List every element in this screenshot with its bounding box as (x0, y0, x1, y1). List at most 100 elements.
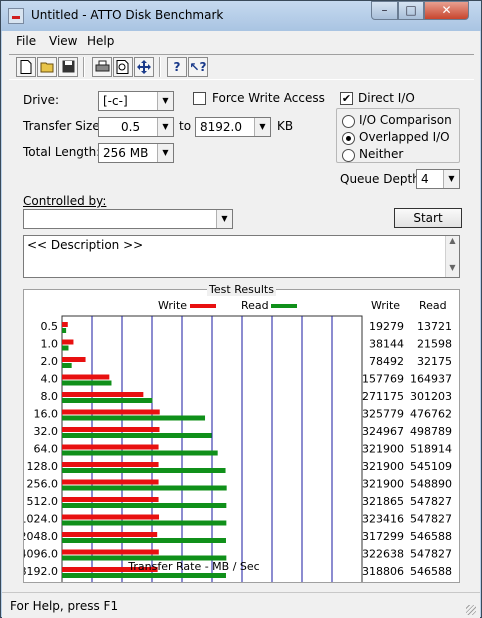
resize-grip[interactable] (466, 605, 476, 615)
row-label: 1024.0 (24, 513, 58, 526)
status-text: For Help, press F1 (10, 599, 119, 613)
read-bar (62, 380, 112, 386)
x-axis-label: Transfer Rate - MB / Sec (128, 560, 260, 573)
write-bar (62, 392, 144, 397)
write-bar (62, 427, 160, 432)
drive-value: [-c-] (103, 94, 128, 108)
minimize-button[interactable]: – (371, 1, 398, 20)
total-length-select[interactable]: 256 MB ▼ (98, 143, 174, 163)
transfer-to-label: to (179, 119, 192, 133)
chevron-down-icon[interactable]: ▼ (254, 118, 270, 136)
overlapped-io-radio[interactable] (342, 132, 355, 145)
queue-depth-label: Queue Depth: (340, 172, 424, 186)
description-scrollbar[interactable]: ▲ ▼ (445, 236, 459, 277)
write-value: 38144 (369, 338, 404, 351)
print-preview-icon[interactable] (113, 57, 133, 77)
toolbar-separator (159, 57, 161, 77)
controlled-by-select[interactable]: ▼ (23, 209, 233, 229)
scroll-up-icon[interactable]: ▲ (446, 236, 459, 250)
row-label: 32.0 (34, 425, 59, 438)
write-value: 318806 (362, 565, 404, 578)
write-bar (62, 444, 159, 450)
row-label: 2.0 (41, 355, 59, 368)
transfer-from-select[interactable]: 0.5 ▼ (98, 117, 174, 137)
start-button[interactable]: Start (394, 208, 462, 228)
queue-depth-select[interactable]: 4 ▼ (416, 169, 460, 189)
read-value: 548890 (410, 478, 452, 491)
write-value: 323416 (362, 513, 404, 526)
write-bar (62, 462, 159, 467)
write-bar (62, 374, 110, 380)
write-value: 19279 (369, 320, 404, 333)
read-value: 498789 (410, 425, 452, 438)
read-value: 547827 (410, 513, 452, 526)
neither-radio[interactable] (342, 149, 355, 162)
direct-io-checkbox[interactable]: ✔ (340, 92, 353, 105)
chevron-down-icon[interactable]: ▼ (157, 144, 173, 162)
read-bar (62, 450, 218, 456)
io-options-group: I/O Comparison Overlapped I/O Neither (336, 108, 460, 163)
print-icon[interactable] (92, 57, 112, 77)
row-label: 512.0 (27, 495, 59, 508)
write-bar (62, 322, 68, 327)
total-length-label: Total Length: (23, 145, 101, 159)
drive-select[interactable]: [-c-] ▼ (98, 91, 174, 111)
read-bar (62, 363, 72, 368)
read-value: 546588 (410, 530, 452, 543)
transfer-to-value: 8192.0 (200, 120, 242, 134)
test-results-panel: Test Results Write Read Write Read 01002… (23, 283, 460, 583)
read-bar (62, 503, 227, 508)
row-label: 16.0 (34, 408, 59, 421)
chevron-down-icon[interactable]: ▼ (157, 118, 173, 136)
neither-label: Neither (359, 147, 404, 161)
context-help-icon[interactable]: ↖? (188, 57, 208, 77)
chevron-down-icon[interactable]: ▼ (443, 170, 459, 188)
title-bar[interactable]: Untitled - ATTO Disk Benchmark – □ ✕ (1, 1, 481, 31)
close-button[interactable]: ✕ (424, 1, 469, 20)
force-write-label: Force Write Access (212, 91, 325, 105)
scroll-down-icon[interactable]: ▼ (446, 263, 459, 277)
open-icon[interactable] (37, 57, 57, 77)
force-write-checkbox[interactable] (193, 92, 206, 105)
row-label: 4096.0 (24, 548, 58, 561)
toolbar-separator (83, 57, 85, 77)
read-value: 32175 (417, 355, 452, 368)
write-value: 324967 (362, 425, 404, 438)
row-label: 128.0 (27, 460, 59, 473)
write-value: 78492 (369, 355, 404, 368)
app-icon (8, 8, 24, 24)
maximize-button[interactable]: □ (398, 1, 424, 20)
read-value: 547827 (410, 548, 452, 561)
help-icon[interactable]: ? (167, 57, 187, 77)
row-label: 1.0 (41, 338, 59, 351)
read-value: 13721 (417, 320, 452, 333)
write-value: 321900 (362, 478, 404, 491)
io-comparison-radio[interactable] (342, 115, 355, 128)
move-icon[interactable] (134, 57, 154, 77)
write-bar (62, 357, 86, 362)
status-bar: For Help, press F1 (2, 592, 480, 618)
window-title: Untitled - ATTO Disk Benchmark (31, 8, 224, 22)
menu-file[interactable]: File (16, 34, 36, 48)
write-value: 325779 (362, 408, 404, 421)
chevron-down-icon[interactable]: ▼ (216, 210, 232, 228)
menu-bar: File View Help (2, 31, 480, 51)
menu-help[interactable]: Help (87, 34, 114, 48)
write-value: 321900 (362, 460, 404, 473)
row-label: 0.5 (41, 320, 59, 333)
write-value: 271175 (362, 390, 404, 403)
total-length-value: 256 MB (103, 146, 149, 160)
read-value: 545109 (410, 460, 452, 473)
read-bar (62, 538, 226, 543)
menu-view[interactable]: View (49, 34, 77, 48)
description-box[interactable]: << Description >> ▲ ▼ (23, 235, 460, 278)
transfer-from-value: 0.5 (121, 120, 141, 134)
queue-depth-value: 4 (421, 172, 429, 186)
chevron-down-icon[interactable]: ▼ (157, 92, 173, 110)
transfer-to-select[interactable]: 8192.0 ▼ (195, 117, 271, 137)
toolbar: ? ↖? (9, 54, 474, 80)
save-icon[interactable] (58, 57, 78, 77)
new-icon[interactable] (16, 57, 36, 77)
app-window: Untitled - ATTO Disk Benchmark – □ ✕ Fil… (0, 0, 482, 618)
read-value: 21598 (417, 338, 452, 351)
